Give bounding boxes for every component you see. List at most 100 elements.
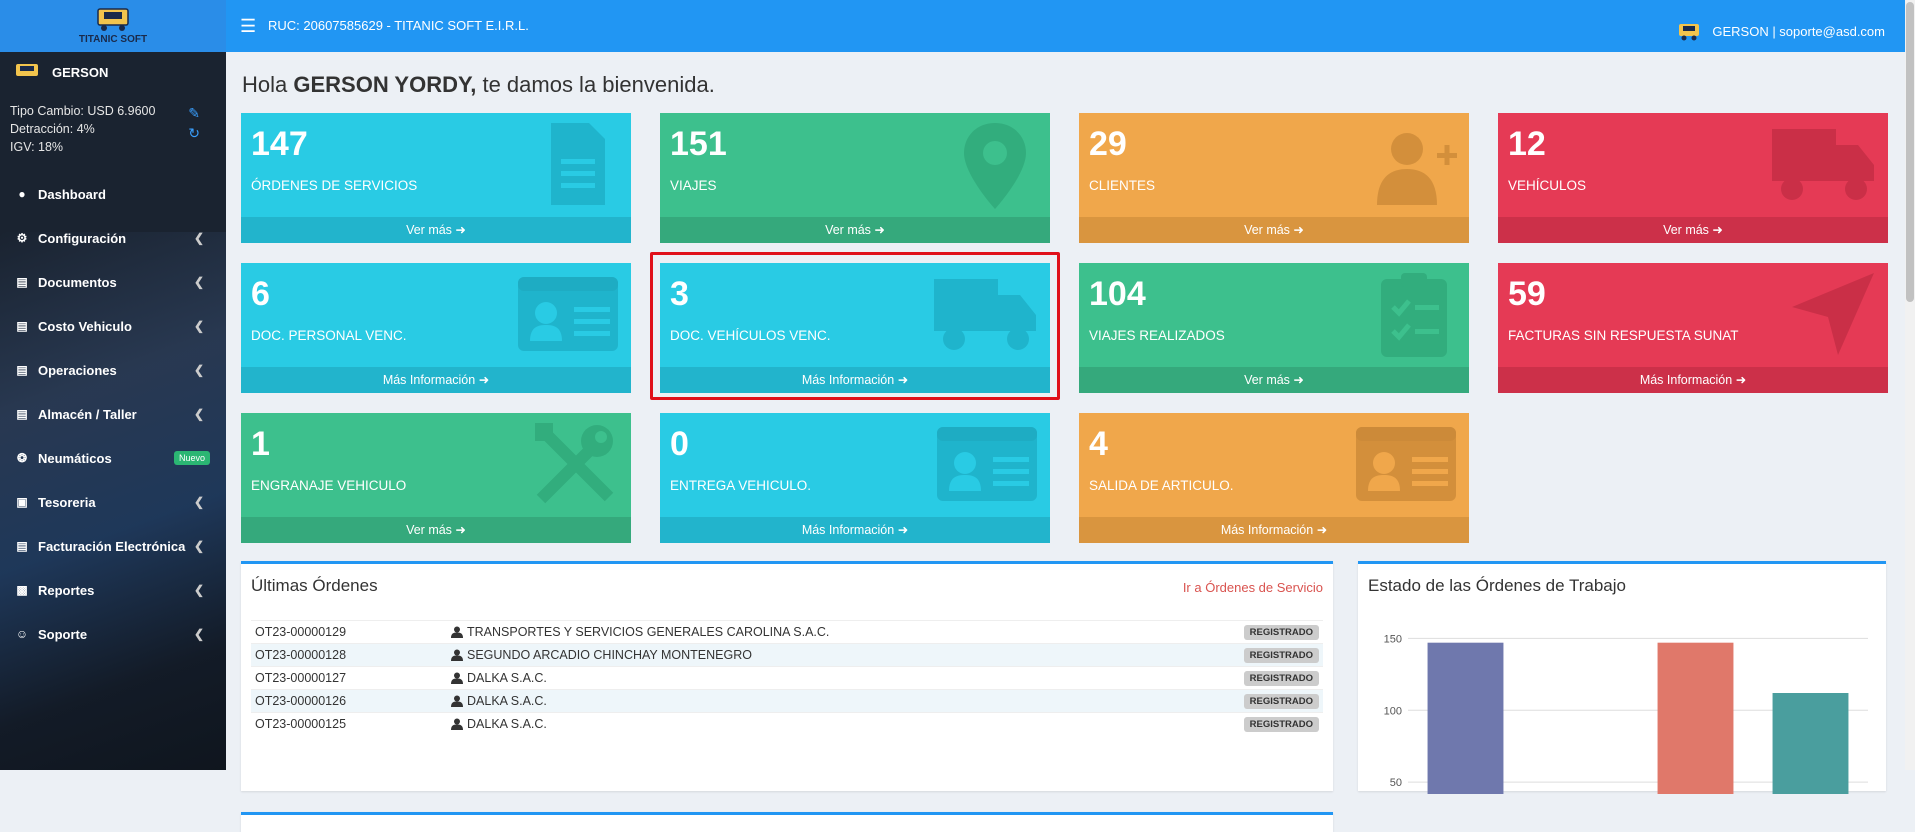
tile-label: VIAJES REALIZADOS [1089,328,1225,343]
id-card-icon [935,419,1040,509]
file-icon: ▤ [14,407,30,421]
user-menu[interactable]: GERSON | soporte@asd.com [1676,18,1885,44]
sidebar-item-label: Almacén / Taller [38,407,137,422]
chevron-left-icon: ❮ [194,231,204,245]
edit-icon[interactable]: ✎ [188,104,200,122]
tile-more-link[interactable]: Ver más ➜ [241,217,631,243]
dashboard-icon: ● [14,187,30,201]
file-icon: ▤ [14,319,30,333]
arrow-circle-right-icon: ➜ [898,523,908,537]
chart-bar[interactable] [1773,693,1849,794]
tile-more-link[interactable]: Ver más ➜ [241,517,631,543]
tile-count: 147 [251,125,308,164]
tile-ordenes-servicio: 147 ÓRDENES DE SERVICIOS Ver más ➜ [241,113,631,243]
sidebar-user-panel: GERSON [0,52,226,92]
sidebar-item-soporte[interactable]: ☺ Soporte ❮ [0,612,226,656]
sidebar-user-name: GERSON [52,65,108,80]
chevron-left-icon: ❮ [194,407,204,421]
sidebar-item-neumaticos[interactable]: ❂NeumáticosNuevo [0,436,226,480]
chevron-left-icon: ❮ [194,319,204,333]
sidebar-item-almacen[interactable]: ▤ Almacén / Taller ❮ [0,392,226,436]
tile-clientes: 29 CLIENTES Ver más ➜ [1079,113,1469,243]
chevron-left-icon: ❮ [194,363,204,377]
chevron-left-icon: ❮ [194,495,204,509]
y-tick-label: 100 [1384,705,1402,717]
panel-title: Últimas Órdenes [251,576,378,596]
user-icon [451,695,463,707]
tile-more-link[interactable]: Ver más ➜ [1079,367,1469,393]
order-client: DALKA S.A.C. [467,671,547,685]
tile-more-link[interactable]: Más Información ➜ [660,517,1050,543]
tile-label: VEHÍCULOS [1508,178,1586,193]
refresh-icon[interactable]: ↻ [188,124,200,142]
sidebar-item-tesoreria[interactable]: ▣Tesoreria❮ [0,480,226,524]
tile-more-label: Ver más [1244,373,1290,387]
logo[interactable]: TITANIC SOFT [0,0,226,52]
tile-more-link[interactable]: Ver más ➜ [1498,217,1888,243]
tile-more-label: Ver más [406,523,452,537]
scrollbar-thumb[interactable] [1906,2,1914,302]
gears-icon: ⚙ [14,231,30,245]
id-card-icon [1354,419,1459,509]
tile-more-label: Ver más [1244,223,1290,237]
sidebar-item-label: Reportes [38,583,94,598]
user-label: GERSON | soporte@asd.com [1712,24,1885,39]
sidebar-item-reportes[interactable]: ▩ Reportes ❮ [0,568,226,612]
chart-bar[interactable] [1658,643,1734,794]
money-icon: ▣ [14,495,30,509]
panel-title: Estado de las Órdenes de Trabajo [1368,576,1626,596]
order-client: DALKA S.A.C. [467,717,547,731]
status-badge: REGISTRADO [1244,694,1319,709]
order-code: OT23-00000126 [251,694,451,708]
detraction-rate: Detracción: 4% [10,120,216,138]
tile-viajes-realizados: 104 VIAJES REALIZADOS Ver más ➜ [1079,263,1469,393]
tile-more-link[interactable]: Más Información ➜ [241,367,631,393]
chart-bar[interactable] [1428,643,1504,794]
sidebar-item-configuracion[interactable]: ⚙Configuración❮ [0,216,226,260]
tile-count: 104 [1089,275,1146,314]
status-badge: REGISTRADO [1244,671,1319,686]
user-icon [451,672,463,684]
table-row[interactable]: OT23-00000129 TRANSPORTES Y SERVICIOS GEN… [251,620,1323,643]
menu-toggle-icon[interactable]: ☰ [240,16,256,37]
tile-more-link[interactable]: Ver más ➜ [1079,217,1469,243]
table-row[interactable]: OT23-00000126DALKA S.A.C.REGISTRADO [251,689,1323,712]
truck-icon [1768,119,1878,209]
table-row[interactable]: OT23-00000128SEGUNDO ARCADIO CHINCHAY MO… [251,643,1323,666]
arrow-circle-right-icon: ➜ [1712,223,1722,237]
tile-label: ENGRANAJE VEHICULO [251,478,406,493]
tile-more-link[interactable]: Más Información ➜ [1079,517,1469,543]
tile-more-link[interactable]: Ver más ➜ [660,217,1050,243]
tile-more-link[interactable]: Más Información ➜ [1498,367,1888,393]
id-card-icon [516,269,621,359]
sidebar-item-facturacion[interactable]: ▤Facturación Electrónica❮ [0,524,226,568]
chart-icon: ▩ [14,583,30,597]
sidebar-item-label: Soporte [38,627,87,642]
arrow-circle-right-icon: ➜ [1293,373,1303,387]
order-client: TRANSPORTES Y SERVICIOS GENERALES CAROLI… [467,625,829,639]
table-row[interactable]: OT23-00000125DALKA S.A.C.REGISTRADO [251,712,1323,735]
tile-count: 12 [1508,125,1546,164]
welcome-prefix: Hola [242,72,293,97]
truck-logo-icon [90,7,136,33]
orders-link[interactable]: Ir a Órdenes de Servicio [1183,580,1323,595]
tools-icon [531,419,621,509]
sidebar-item-label: Neumáticos [38,451,112,466]
logo-text: TITANIC SOFT [79,34,147,45]
order-code: OT23-00000129 [251,625,451,639]
table-row[interactable]: OT23-00000127DALKA S.A.C.REGISTRADO [251,666,1323,689]
chevron-left-icon: ❮ [194,627,204,641]
arrow-circle-right-icon: ➜ [455,223,465,237]
sidebar-item-operaciones[interactable]: ▤Operaciones❮ [0,348,226,392]
sidebar-item-dashboard[interactable]: ●Dashboard [0,172,226,216]
chevron-left-icon: ❮ [194,583,204,597]
arrow-circle-right-icon: ➜ [1293,223,1303,237]
scrollbar[interactable] [1905,0,1915,770]
support-icon: ☺ [14,627,30,641]
tile-more-label: Más Información [383,373,475,387]
sidebar-item-documentos[interactable]: ▤Documentos❮ [0,260,226,304]
sidebar-item-costo-vehiculo[interactable]: ▤Costo Vehiculo❮ [0,304,226,348]
next-panel [241,812,1333,832]
user-icon [451,626,463,638]
tire-icon: ❂ [14,451,30,465]
